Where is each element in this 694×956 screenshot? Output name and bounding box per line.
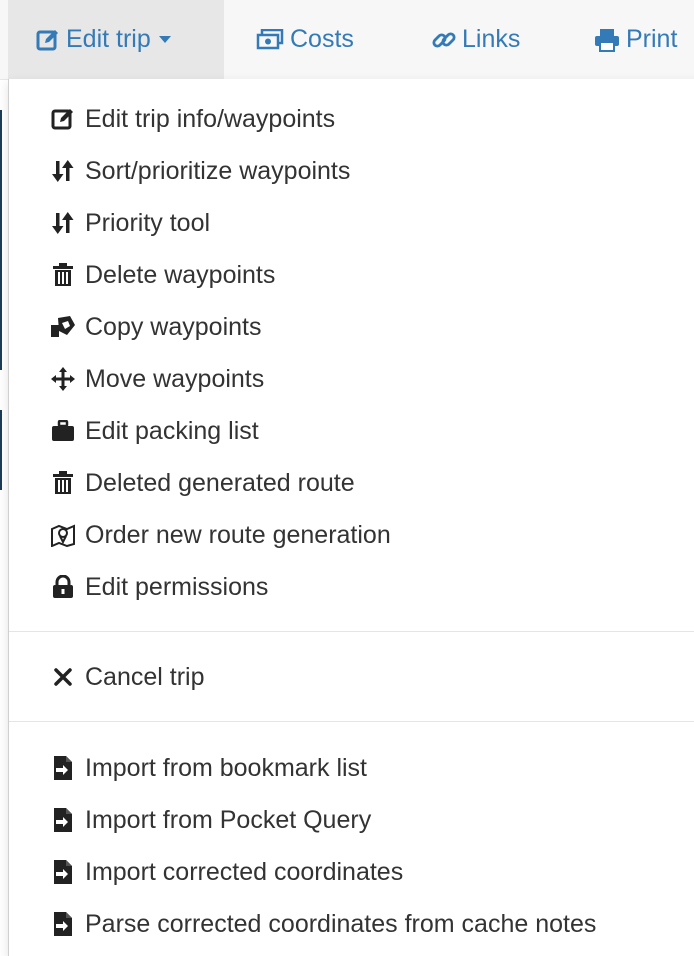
menu-sort-prioritize[interactable]: Sort/prioritize waypoints — [49, 149, 350, 193]
menu-item-label: Import from Pocket Query — [85, 805, 372, 834]
menu-order-new-route[interactable]: Order new route generation — [49, 513, 391, 557]
menu-priority-tool[interactable]: Priority tool — [49, 201, 210, 245]
edit-trip-dropdown: Edit trip info/waypoints Sort/prioritize… — [8, 79, 694, 956]
menu-import-pocket-query[interactable]: Import from Pocket Query — [49, 798, 371, 842]
sort-icon — [49, 157, 77, 185]
menu-item-label: Edit packing list — [85, 416, 259, 445]
file-import-icon — [49, 806, 77, 834]
menu-item-label: Order new route generation — [85, 520, 391, 549]
menu-item-label: Move waypoints — [85, 364, 265, 393]
menu-delete-waypoints[interactable]: Delete waypoints — [49, 253, 275, 297]
menu-item-label: Edit trip info/waypoints — [85, 104, 336, 133]
menu-item-label: Parse corrected coordinates from cache n… — [85, 909, 597, 938]
menu-divider — [9, 631, 694, 632]
menu-item-label: Edit permissions — [85, 572, 269, 601]
chevron-down-icon — [158, 36, 171, 43]
menu-edit-packing-list[interactable]: Edit packing list — [49, 409, 259, 453]
menu-deleted-generated-route[interactable]: Deleted generated route — [49, 461, 355, 505]
copy-icon — [49, 313, 77, 341]
print-icon — [594, 28, 620, 52]
nav-edit-trip[interactable]: Edit trip — [8, 0, 224, 79]
menu-item-label: Sort/prioritize waypoints — [85, 156, 351, 185]
sort-icon — [49, 209, 77, 237]
nav-costs[interactable]: Costs — [256, 0, 354, 79]
trip-page: Edit trip Costs Links Print Edit trip in… — [0, 0, 694, 956]
nav-print[interactable]: Print — [594, 0, 677, 79]
page-edge — [0, 80, 6, 956]
menu-edit-permissions[interactable]: Edit permissions — [49, 565, 268, 609]
menu-item-label: Deleted generated route — [85, 468, 355, 497]
menu-item-label: Copy waypoints — [85, 312, 262, 341]
nav-links-label: Links — [462, 25, 521, 53]
file-import-icon — [49, 754, 77, 782]
map-icon — [49, 521, 77, 549]
menu-item-label: Delete waypoints — [85, 260, 276, 289]
menu-import-corrected-coordinates[interactable]: Import corrected coordinates — [49, 850, 403, 894]
edit-icon — [36, 28, 60, 52]
menu-item-label: Import corrected coordinates — [85, 857, 404, 886]
menu-copy-waypoints[interactable]: Copy waypoints — [49, 305, 261, 349]
briefcase-icon — [49, 417, 77, 445]
trash-icon — [49, 261, 77, 289]
trip-navbar: Edit trip Costs Links Print — [0, 0, 694, 80]
file-import-icon — [49, 858, 77, 886]
menu-item-label: Import from bookmark list — [85, 753, 368, 782]
menu-parse-corrected-coordinates[interactable]: Parse corrected coordinates from cache n… — [49, 902, 596, 946]
nav-edit-trip-label: Edit trip — [66, 25, 151, 53]
menu-edit-trip-info[interactable]: Edit trip info/waypoints — [49, 97, 335, 141]
menu-item-label: Priority tool — [85, 208, 211, 237]
money-icon — [256, 28, 284, 51]
nav-links[interactable]: Links — [432, 0, 520, 79]
nav-costs-label: Costs — [290, 25, 354, 53]
close-icon — [49, 663, 77, 691]
menu-item-label: Cancel trip — [85, 662, 205, 691]
edit-icon — [49, 105, 77, 133]
link-icon — [432, 28, 456, 52]
file-import-icon — [49, 910, 77, 938]
page-edge-line — [0, 110, 2, 370]
menu-divider — [9, 721, 694, 722]
trash-icon — [49, 469, 77, 497]
menu-move-waypoints[interactable]: Move waypoints — [49, 357, 264, 401]
lock-icon — [49, 573, 77, 601]
menu-import-bookmark-list[interactable]: Import from bookmark list — [49, 746, 367, 790]
page-edge-line — [0, 410, 2, 490]
menu-cancel-trip[interactable]: Cancel trip — [49, 655, 205, 699]
move-icon — [49, 365, 77, 393]
nav-print-label: Print — [626, 25, 678, 53]
